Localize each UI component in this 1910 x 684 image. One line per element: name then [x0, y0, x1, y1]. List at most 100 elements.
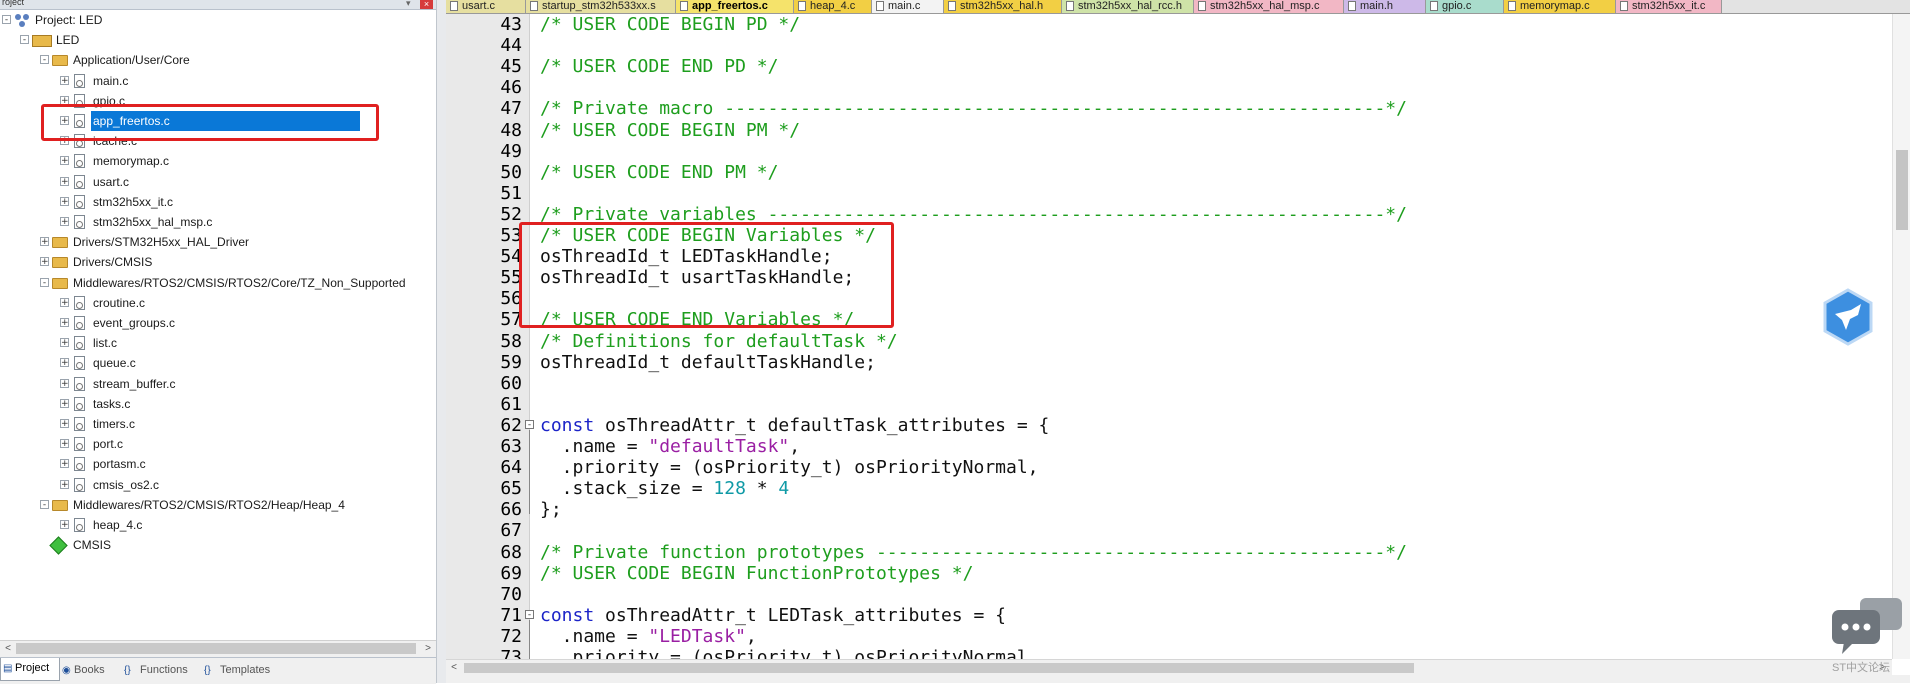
expand-icon[interactable]: + — [60, 459, 69, 469]
code-line[interactable]: 60 — [446, 373, 1846, 394]
tree-item[interactable]: + queue.c — [0, 353, 436, 373]
tree-item[interactable]: + stream_buffer.c — [0, 374, 436, 394]
expand-icon[interactable]: + — [60, 419, 69, 429]
fold-collapse-icon[interactable]: - — [525, 419, 534, 429]
code-line[interactable]: 48 /* USER CODE BEGIN PM */ — [446, 120, 1846, 141]
code-line[interactable]: 49 — [446, 141, 1846, 162]
editor-tab[interactable]: gpio.c — [1426, 0, 1504, 13]
expand-icon[interactable]: + — [40, 237, 49, 247]
code-line[interactable]: 50 /* USER CODE END PM */ — [446, 162, 1846, 183]
code-line[interactable]: 58 /* Definitions for defaultTask */ — [446, 331, 1846, 352]
tree-item[interactable]: + cmsis_os2.c — [0, 475, 436, 495]
code-line[interactable]: 67 — [446, 520, 1846, 541]
tree-item[interactable]: + port.c — [0, 434, 436, 454]
code-line[interactable]: 43 /* USER CODE BEGIN PD */ — [446, 14, 1846, 35]
collapse-icon[interactable]: - — [40, 277, 49, 287]
expand-icon[interactable]: + — [40, 257, 49, 267]
expand-icon[interactable]: + — [60, 75, 69, 85]
expand-icon[interactable]: + — [60, 520, 69, 530]
tree-item[interactable]: CMSIS — [0, 535, 436, 555]
editor-tab[interactable]: stm32h5xx_hal_msp.c — [1194, 0, 1344, 13]
editor-tab[interactable]: heap_4.c — [794, 0, 872, 13]
code-line[interactable]: 59 osThreadId_t defaultTaskHandle; — [446, 352, 1846, 373]
editor-tab[interactable]: main.h — [1344, 0, 1426, 13]
tree-item[interactable]: - Application/User/Core — [0, 50, 436, 70]
editor-horizontal-scrollbar[interactable]: < > — [446, 659, 1892, 676]
tree-item[interactable]: + tasks.c — [0, 394, 436, 414]
expand-icon[interactable]: + — [60, 217, 69, 227]
collapse-icon[interactable]: - — [40, 499, 49, 509]
scrollbar-thumb[interactable] — [1896, 150, 1908, 230]
scrollbar-thumb[interactable] — [464, 663, 1414, 673]
tree-item[interactable]: + Drivers/CMSIS — [0, 252, 436, 272]
tab-books[interactable]: ◉ Books — [60, 660, 118, 680]
editor-tab[interactable]: stm32h5xx_hal_rcc.h — [1062, 0, 1194, 13]
editor-tab[interactable]: stm32h5xx_hal.h — [944, 0, 1062, 13]
expand-icon[interactable]: + — [60, 318, 69, 328]
editor-tab[interactable]: startup_stm32h533xx.s — [526, 0, 676, 13]
close-panel-button[interactable]: × — [420, 0, 433, 9]
tree-item[interactable]: + memorymap.c — [0, 151, 436, 171]
scroll-right-arrow-icon[interactable]: > — [420, 641, 436, 657]
collapse-icon[interactable]: - — [2, 15, 11, 25]
pin-icon[interactable]: ▾ — [406, 0, 411, 8]
tree-item[interactable]: + list.c — [0, 333, 436, 353]
fold-collapse-icon[interactable]: - — [525, 609, 534, 619]
editor-tab[interactable]: memorymap.c — [1504, 0, 1616, 13]
tree-item[interactable]: + Drivers/STM32H5xx_HAL_Driver — [0, 232, 436, 252]
tree-item[interactable]: + timers.c — [0, 414, 436, 434]
tree-item[interactable]: + main.c — [0, 71, 436, 91]
expand-icon[interactable]: + — [60, 378, 69, 388]
tree-item[interactable]: + croutine.c — [0, 293, 436, 313]
code-line[interactable]: 47 /* Private macro ---------------------… — [446, 98, 1846, 119]
expand-icon[interactable]: + — [60, 176, 69, 186]
expand-icon[interactable]: + — [60, 358, 69, 368]
editor-vertical-scrollbar[interactable] — [1892, 14, 1910, 659]
tree-item[interactable]: + heap_4.c — [0, 515, 436, 535]
tree-item[interactable]: + portasm.c — [0, 454, 436, 474]
expand-icon[interactable]: + — [60, 196, 69, 206]
tree-item[interactable]: - Project: LED — [0, 10, 436, 30]
code-line[interactable]: 68 /* Private function prototypes -------… — [446, 542, 1846, 563]
code-line[interactable]: 71- const osThreadAttr_t LEDTask_attribut… — [446, 605, 1846, 626]
expand-icon[interactable]: + — [60, 479, 69, 489]
code-line[interactable]: 64 .priority = (osPriority_t) osPriority… — [446, 457, 1846, 478]
collapse-icon[interactable]: - — [40, 55, 49, 65]
code-line[interactable]: 45 /* USER CODE END PD */ — [446, 56, 1846, 77]
scroll-left-arrow-icon[interactable]: < — [0, 641, 16, 657]
project-tree-horizontal-scrollbar[interactable]: < > — [0, 640, 436, 657]
tree-item[interactable]: - LED — [0, 30, 436, 50]
code-editor[interactable]: 43 /* USER CODE BEGIN PD */ 44 45 /* USER CO… — [446, 14, 1892, 659]
editor-tab[interactable]: main.c — [872, 0, 944, 13]
chat-bubble-icon[interactable] — [1830, 598, 1904, 656]
code-line[interactable]: 44 — [446, 35, 1846, 56]
expand-icon[interactable]: + — [60, 439, 69, 449]
tree-item[interactable]: - Middlewares/RTOS2/CMSIS/RTOS2/Heap/Heap… — [0, 495, 436, 515]
scrollbar-thumb[interactable] — [16, 643, 416, 654]
editor-tab[interactable]: stm32h5xx_it.c — [1616, 0, 1722, 13]
tree-item[interactable]: + usart.c — [0, 172, 436, 192]
tab-project[interactable]: ▤ Project — [0, 658, 60, 681]
tab-functions[interactable]: {} Functions — [122, 660, 200, 680]
code-line[interactable]: 69 /* USER CODE BEGIN FunctionPrototypes … — [446, 563, 1846, 584]
code-line[interactable]: 73 .priority = (osPriority_t) osPriority… — [446, 647, 1846, 659]
code-line[interactable]: 72 .name = "LEDTask", — [446, 626, 1846, 647]
tree-item[interactable]: + stm32h5xx_it.c — [0, 192, 436, 212]
tree-item[interactable]: + stm32h5xx_hal_msp.c — [0, 212, 436, 232]
code-line[interactable]: 65 .stack_size = 128 * 4 — [446, 478, 1846, 499]
expand-icon[interactable]: + — [60, 398, 69, 408]
tab-templates[interactable]: {} Templates — [202, 660, 284, 680]
expand-icon[interactable]: + — [60, 338, 69, 348]
scroll-left-arrow-icon[interactable]: < — [446, 660, 462, 676]
tree-item[interactable]: + event_groups.c — [0, 313, 436, 333]
code-line[interactable]: 51 — [446, 183, 1846, 204]
code-line[interactable]: 61 — [446, 394, 1846, 415]
expand-icon[interactable]: + — [60, 156, 69, 166]
code-line[interactable]: 63 .name = "defaultTask", — [446, 436, 1846, 457]
editor-tab[interactable]: usart.c — [446, 0, 526, 13]
bird-badge-icon[interactable] — [1822, 288, 1874, 346]
code-line[interactable]: 46 — [446, 77, 1846, 98]
code-line[interactable]: 66}; — [446, 499, 1846, 520]
code-line[interactable]: 62- const osThreadAttr_t defaultTask_attr… — [446, 415, 1846, 436]
code-line[interactable]: 70 — [446, 584, 1846, 605]
